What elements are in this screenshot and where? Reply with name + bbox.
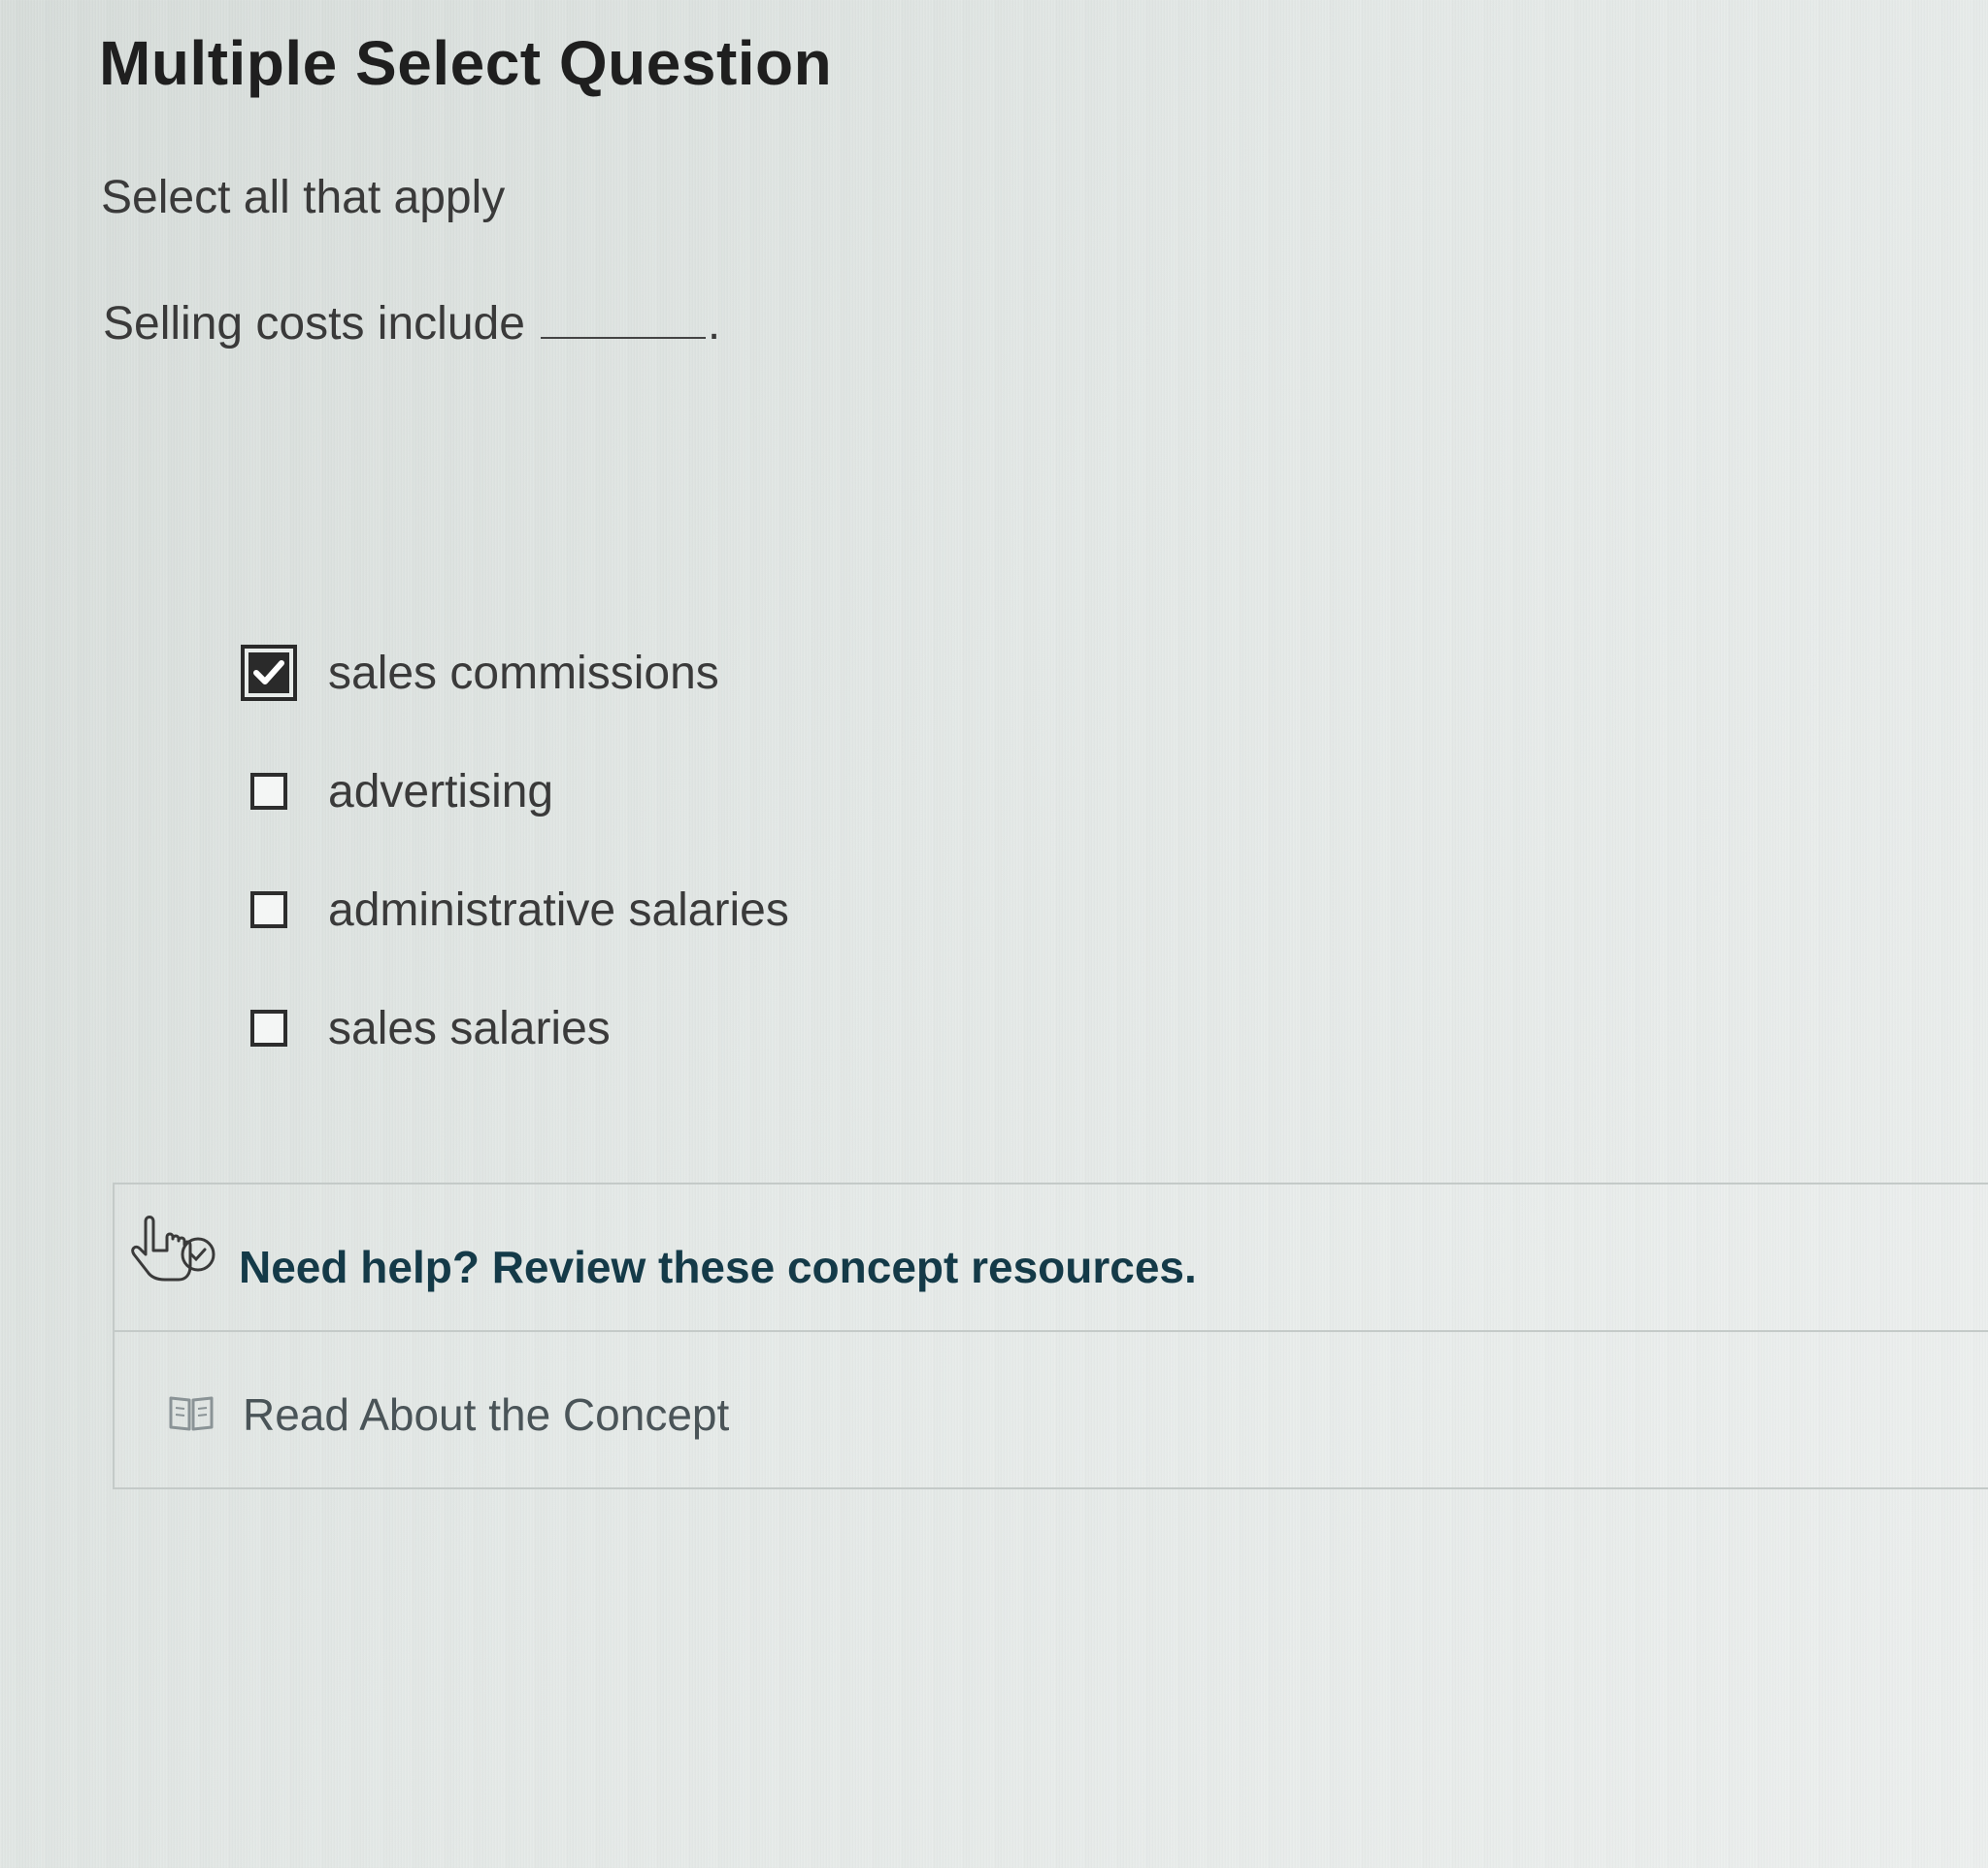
answer-blank bbox=[540, 298, 706, 339]
checkbox-unchecked[interactable] bbox=[250, 1010, 287, 1047]
checkbox-checked[interactable] bbox=[241, 645, 297, 701]
checkbox-unchecked[interactable] bbox=[250, 891, 287, 928]
pointing-hand-icon bbox=[126, 1212, 219, 1294]
question-type-title: Multiple Select Question bbox=[99, 28, 833, 98]
option-label: advertising bbox=[328, 765, 554, 817]
help-header: Need help? Review these concept resource… bbox=[115, 1184, 1988, 1332]
question-prompt: Selling costs include . bbox=[103, 297, 720, 350]
checkbox-unchecked[interactable] bbox=[250, 773, 287, 810]
question-instruction: Select all that apply bbox=[101, 172, 506, 223]
checkmark-icon bbox=[253, 660, 284, 684]
option-advertising[interactable]: advertising bbox=[245, 732, 789, 851]
question-prompt-text: Selling costs include bbox=[103, 298, 525, 350]
option-label: administrative salaries bbox=[328, 884, 789, 936]
book-icon bbox=[167, 1392, 215, 1438]
option-label: sales commissions bbox=[328, 647, 719, 699]
help-header-text: Need help? Review these concept resource… bbox=[239, 1242, 1197, 1292]
option-administrative-salaries[interactable]: administrative salaries bbox=[245, 851, 789, 969]
question-prompt-end: . bbox=[707, 298, 721, 350]
answer-options: sales commissions advertising administra… bbox=[241, 614, 789, 1087]
resource-label: Read About the Concept bbox=[243, 1389, 730, 1440]
help-resources-panel: Need help? Review these concept resource… bbox=[113, 1183, 1988, 1489]
question-page: Multiple Select Question Select all that… bbox=[0, 0, 1988, 1868]
read-about-concept-link[interactable]: Read About the Concept bbox=[167, 1388, 729, 1441]
option-sales-commissions[interactable]: sales commissions bbox=[241, 614, 789, 732]
option-sales-salaries[interactable]: sales salaries bbox=[245, 969, 789, 1087]
option-label: sales salaries bbox=[328, 1002, 611, 1054]
